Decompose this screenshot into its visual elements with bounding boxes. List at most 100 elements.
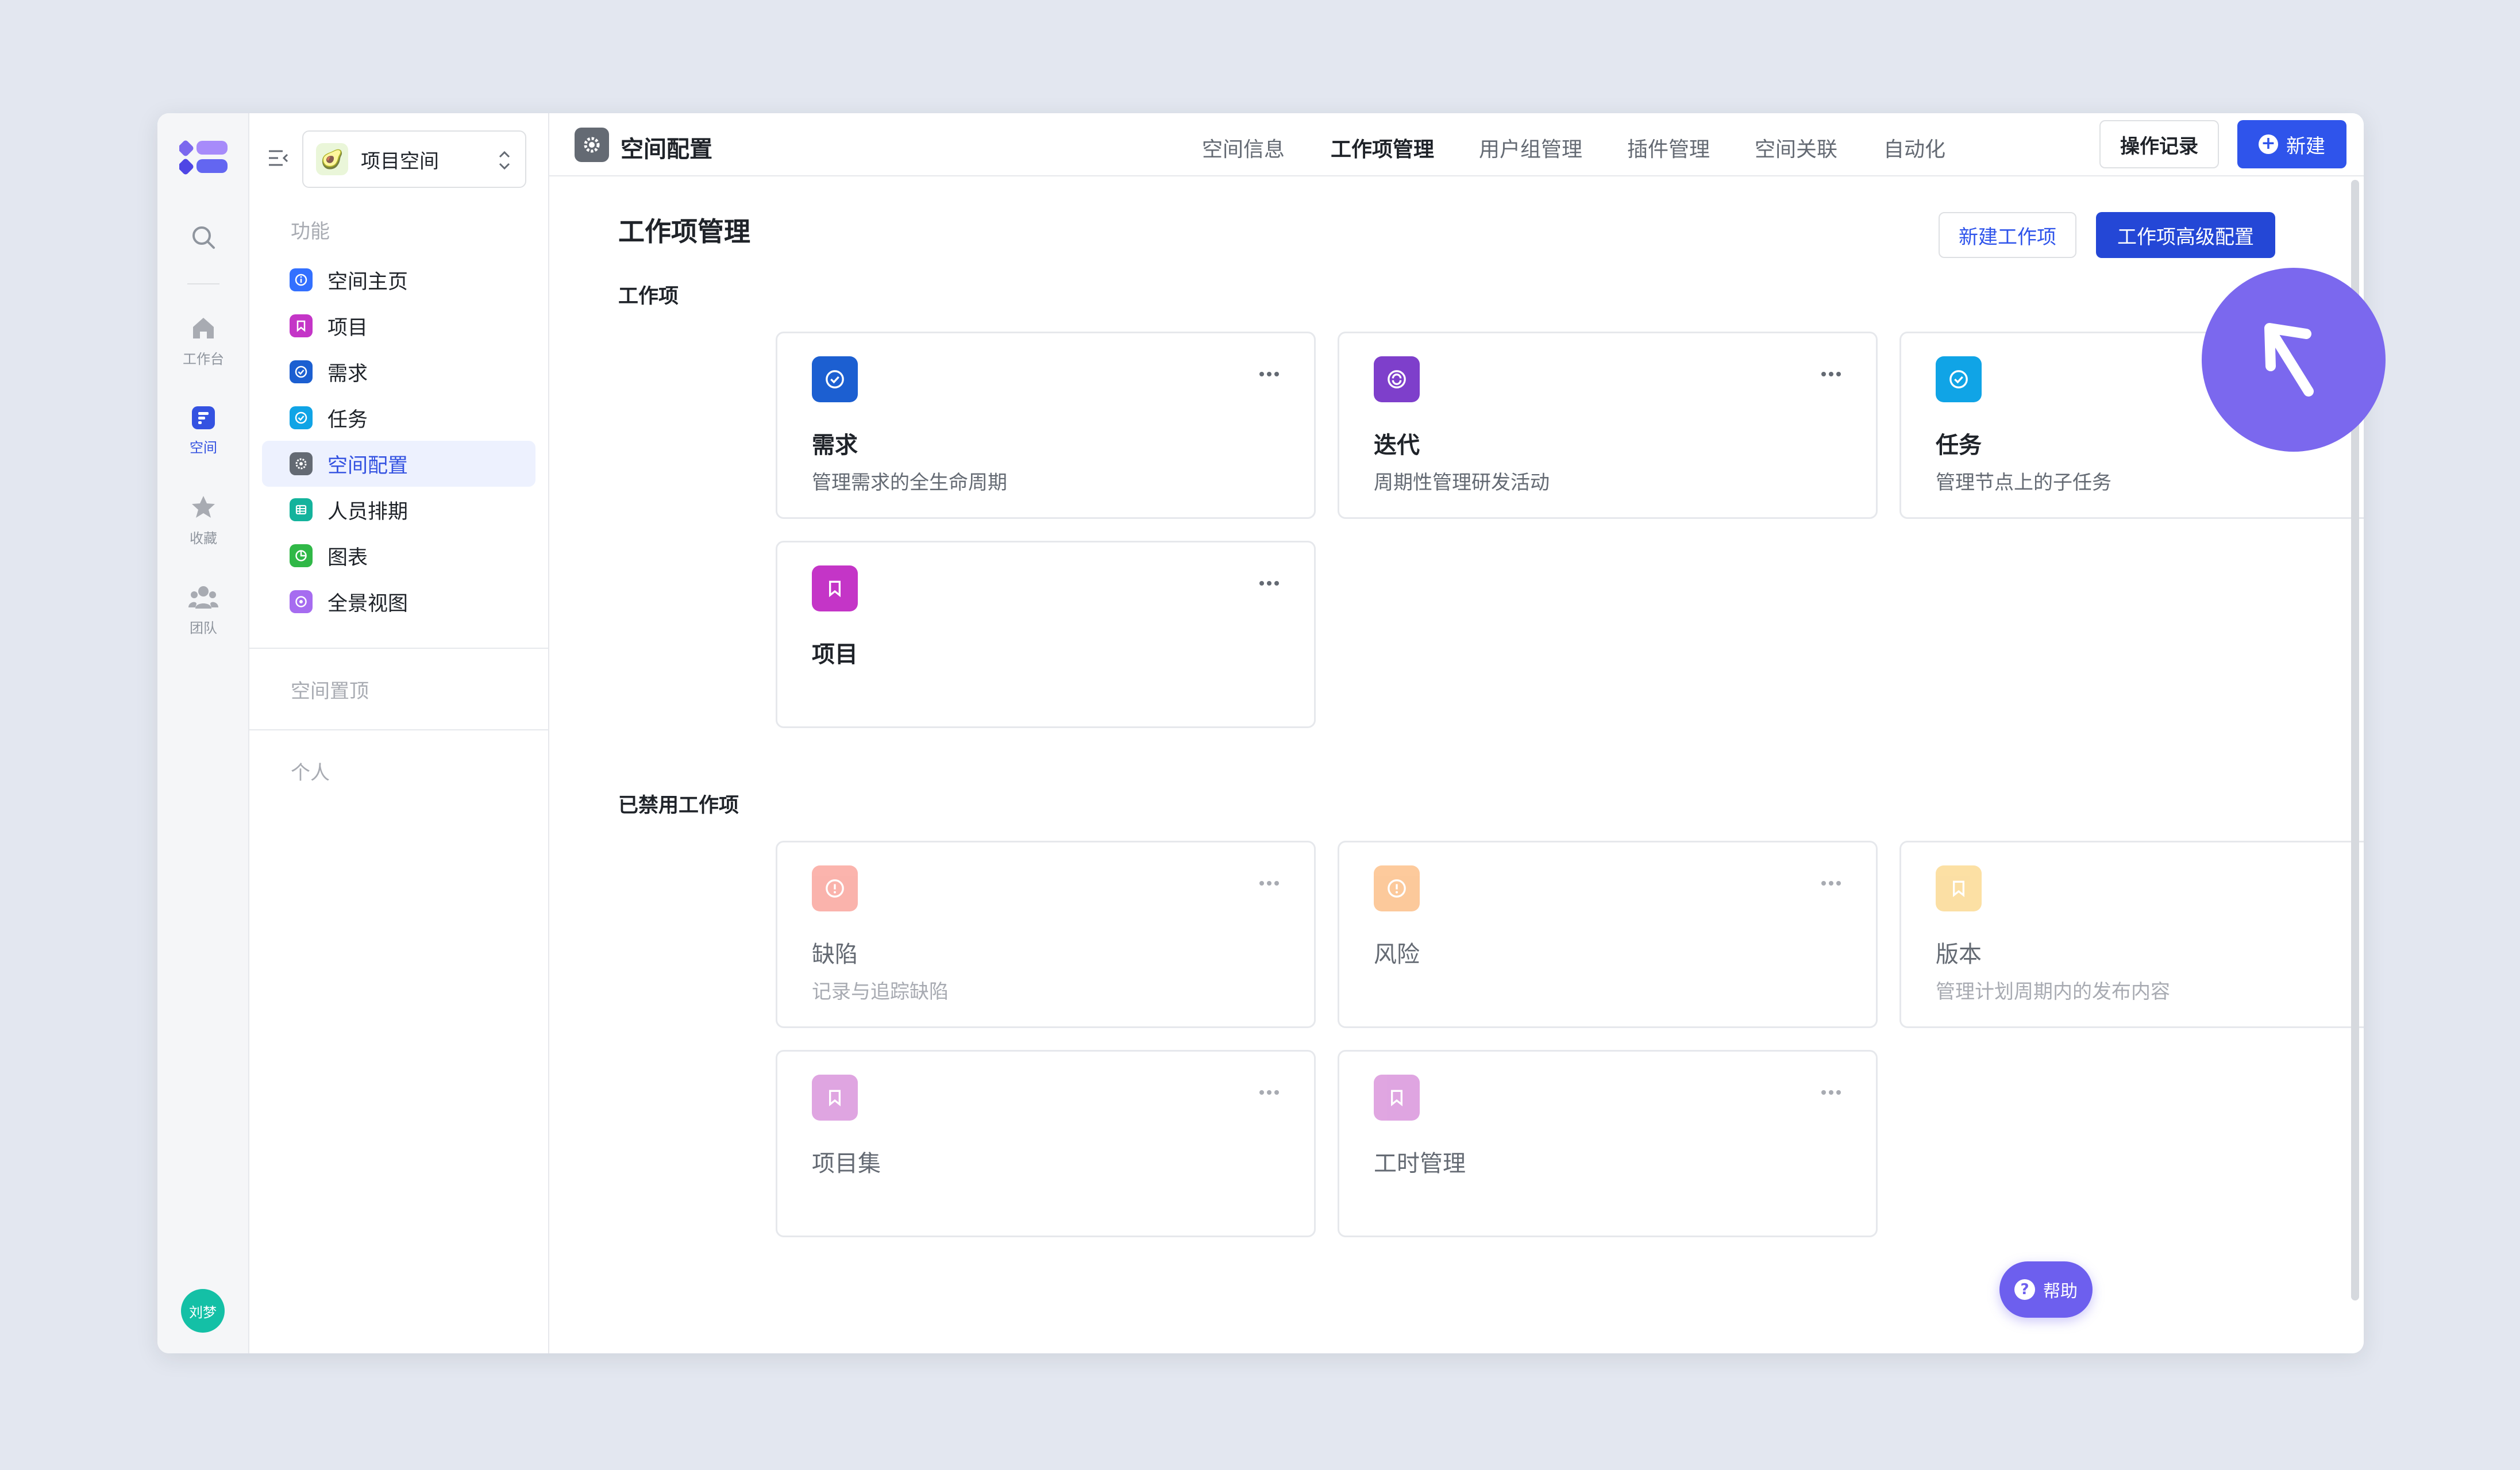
avatar[interactable]: 刘梦 xyxy=(181,1289,225,1333)
card-title: 版本 xyxy=(1936,941,1982,968)
section-personal[interactable]: 个人 xyxy=(291,757,330,785)
sidebar-item-label: 空间配置 xyxy=(327,454,409,478)
sidebar-item-label: 图表 xyxy=(327,546,368,569)
home-icon xyxy=(193,318,214,338)
bookmark-icon xyxy=(812,1075,858,1121)
tab-item-management[interactable]: 工作项管理 xyxy=(1331,133,1434,163)
operation-log-button[interactable]: 操作记录 xyxy=(2099,120,2219,168)
work-item-card-risk[interactable]: 风险 xyxy=(1338,841,1878,1028)
rail-label: 团队 xyxy=(190,620,217,636)
check-circle-icon xyxy=(812,356,858,402)
icon-rail: 工作台 空间 收藏 团队 刘梦 xyxy=(157,113,249,1353)
card-title: 需求 xyxy=(812,432,858,459)
team-icon xyxy=(188,586,218,609)
tab-user-groups[interactable]: 用户组管理 xyxy=(1479,133,1582,163)
work-item-card-version[interactable]: 版本 管理计划周期内的发布内容 xyxy=(1899,841,2364,1028)
star-icon xyxy=(192,496,215,518)
sidebar-item-requirement[interactable]: 需求 xyxy=(262,349,535,395)
more-icon[interactable] xyxy=(1259,880,1280,886)
sidebar-item-label: 空间主页 xyxy=(327,270,409,294)
check-circle-icon xyxy=(290,360,313,383)
section-features: 功能 xyxy=(291,220,330,243)
rail-item-space[interactable]: 空间 xyxy=(157,405,249,456)
tab-automation[interactable]: 自动化 xyxy=(1883,133,1945,163)
card-desc: 管理需求的全生命周期 xyxy=(812,471,1007,494)
more-icon[interactable] xyxy=(1259,371,1280,377)
collapse-sidebar-icon[interactable] xyxy=(267,147,290,170)
sidebar-item-label: 需求 xyxy=(327,362,368,386)
check-circle-icon xyxy=(290,406,313,429)
tab-space-relations[interactable]: 空间关联 xyxy=(1755,133,1837,163)
tab-plugins[interactable]: 插件管理 xyxy=(1627,133,1710,163)
advanced-config-button[interactable]: 工作项高级配置 xyxy=(2096,212,2275,258)
sidebar-item-panorama[interactable]: 全景视图 xyxy=(262,579,535,625)
pie-chart-icon xyxy=(290,544,313,567)
card-desc: 管理节点上的子任务 xyxy=(1936,471,2111,494)
section-pinned[interactable]: 空间置顶 xyxy=(291,675,369,703)
sidebar-item-space-home[interactable]: 空间主页 xyxy=(262,257,535,303)
work-item-card-timesheet[interactable]: 工时管理 xyxy=(1338,1050,1878,1237)
more-icon[interactable] xyxy=(1821,1090,1841,1095)
work-item-card-iteration[interactable]: 迭代 周期性管理研发活动 xyxy=(1338,332,1878,519)
help-button[interactable]: ? 帮助 xyxy=(1999,1261,2093,1318)
question-icon: ? xyxy=(2014,1279,2035,1300)
bookmark-icon xyxy=(1936,865,1982,911)
work-item-card-project-set[interactable]: 项目集 xyxy=(776,1050,1316,1237)
new-work-item-button[interactable]: 新建工作项 xyxy=(1939,212,2076,258)
top-bar: 空间配置 空间信息 工作项管理 用户组管理 插件管理 空间关联 自动化 操作记录… xyxy=(549,113,2364,176)
search-icon xyxy=(192,226,215,249)
new-button[interactable]: + 新建 xyxy=(2237,120,2346,168)
card-title: 项目集 xyxy=(812,1150,881,1177)
page-header-title: 空间配置 xyxy=(621,136,712,163)
rail-item-team[interactable]: 团队 xyxy=(157,583,249,637)
more-icon[interactable] xyxy=(1821,371,1841,377)
chevron-updown-icon xyxy=(499,151,510,170)
card-title: 迭代 xyxy=(1374,432,1420,459)
info-icon xyxy=(290,268,313,291)
page-title: 工作项管理 xyxy=(618,216,750,247)
rail-label: 空间 xyxy=(190,440,217,456)
space-name: 项目空间 xyxy=(361,149,439,173)
work-item-card-project[interactable]: 项目 xyxy=(776,541,1316,728)
work-item-card-requirement[interactable]: 需求 管理需求的全生命周期 xyxy=(776,332,1316,519)
alert-icon xyxy=(812,865,858,911)
sidebar-item-label: 任务 xyxy=(327,408,368,432)
bookmark-icon xyxy=(290,314,313,337)
bookmark-icon xyxy=(812,565,858,611)
more-icon[interactable] xyxy=(1821,880,1841,886)
table-icon xyxy=(290,498,313,521)
more-icon[interactable] xyxy=(1259,580,1280,586)
avocado-icon: 🥑 xyxy=(316,143,348,175)
app-logo xyxy=(179,140,228,175)
sidebar-item-chart[interactable]: 图表 xyxy=(262,533,535,579)
main-content: 空间配置 空间信息 工作项管理 用户组管理 插件管理 空间关联 自动化 操作记录… xyxy=(549,113,2364,1353)
work-item-card-defect[interactable]: 缺陷 记录与追踪缺陷 xyxy=(776,841,1316,1028)
space-icon xyxy=(192,406,215,429)
check-circle-icon xyxy=(1936,356,1982,402)
card-desc: 记录与追踪缺陷 xyxy=(812,980,949,1003)
card-title: 任务 xyxy=(1936,432,1982,459)
rail-divider xyxy=(187,283,219,284)
rail-item-workbench[interactable]: 工作台 xyxy=(157,314,249,368)
rail-label: 工作台 xyxy=(183,351,224,367)
sidebar-divider xyxy=(249,648,549,649)
app-window: 工作台 空间 收藏 团队 刘梦 🥑 项目空间 功能 空间主页 项目 需求 任务 … xyxy=(157,113,2364,1353)
more-icon[interactable] xyxy=(1259,1090,1280,1095)
search-button[interactable] xyxy=(157,224,249,253)
sidebar-item-task[interactable]: 任务 xyxy=(262,395,535,441)
tab-space-info[interactable]: 空间信息 xyxy=(1202,133,1285,163)
gear-icon xyxy=(575,128,609,162)
card-desc: 周期性管理研发活动 xyxy=(1374,471,1550,494)
cursor-highlight xyxy=(2202,268,2386,452)
sidebar-item-scheduling[interactable]: 人员排期 xyxy=(262,487,535,533)
card-title: 风险 xyxy=(1374,941,1420,968)
sidebar-item-space-config[interactable]: 空间配置 xyxy=(262,441,535,487)
arrow-cursor-icon xyxy=(2264,323,2314,397)
cycle-icon xyxy=(1374,356,1420,402)
card-title: 项目 xyxy=(812,641,858,668)
sidebar-item-project[interactable]: 项目 xyxy=(262,303,535,349)
rail-item-favorites[interactable]: 收藏 xyxy=(157,494,249,547)
plus-icon: + xyxy=(2259,134,2278,154)
bookmark-icon xyxy=(1374,1075,1420,1121)
space-selector[interactable]: 🥑 项目空间 xyxy=(302,130,526,188)
